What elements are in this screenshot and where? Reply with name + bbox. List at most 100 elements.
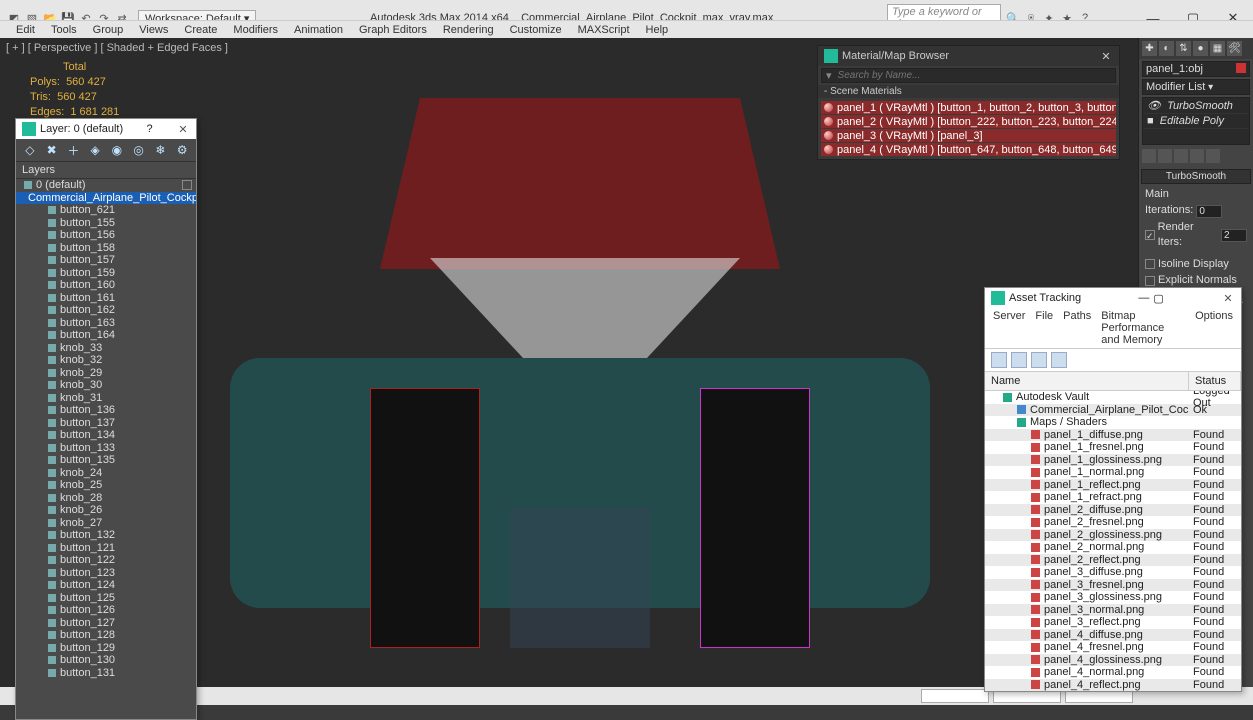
- layer-row[interactable]: button_157: [16, 254, 196, 267]
- material-browser-dialog[interactable]: Material/Map Browser ✕ ▾ - Scene Materia…: [817, 45, 1120, 160]
- asset-dialog-min[interactable]: —: [1138, 292, 1149, 304]
- command-panel-tabs[interactable]: ✚ ◐ ⇅ ● ▦ 🛠: [1139, 38, 1253, 59]
- asset-row[interactable]: Maps / Shaders: [985, 416, 1241, 429]
- asset-row[interactable]: panel_1_reflect.pngFound: [985, 479, 1241, 492]
- menu-edit[interactable]: Edit: [8, 22, 43, 38]
- hierarchy-tab-icon[interactable]: ⇅: [1176, 41, 1191, 56]
- asset-row[interactable]: panel_2_normal.pngFound: [985, 541, 1241, 554]
- menu-maxscript[interactable]: MAXScript: [570, 22, 638, 38]
- asset-menu-options[interactable]: Options: [1195, 310, 1233, 346]
- viewport-label[interactable]: [ + ] [ Perspective ] [ Shaded + Edged F…: [6, 42, 228, 54]
- asset-list-icon[interactable]: [1011, 352, 1027, 368]
- menu-rendering[interactable]: Rendering: [435, 22, 502, 38]
- layer-row[interactable]: 0 (default): [16, 179, 196, 192]
- material-row[interactable]: panel_3 ( VRayMtl ) [panel_3]: [821, 129, 1116, 142]
- asset-row[interactable]: panel_4_fresnel.pngFound: [985, 641, 1241, 654]
- layer-row[interactable]: button_130: [16, 654, 196, 667]
- object-color-swatch[interactable]: [1236, 63, 1246, 73]
- layer-row[interactable]: button_121: [16, 542, 196, 555]
- layer-row[interactable]: knob_29: [16, 367, 196, 380]
- layer-row[interactable]: button_135: [16, 454, 196, 467]
- layer-row[interactable]: button_122: [16, 554, 196, 567]
- layer-row[interactable]: button_129: [16, 642, 196, 655]
- menu-create[interactable]: Create: [176, 22, 225, 38]
- asset-table-body[interactable]: Autodesk VaultLogged OutCommercial_Airpl…: [985, 391, 1241, 691]
- layer-dialog-title[interactable]: Layer: 0 (default) ? ✕: [16, 119, 196, 139]
- iterations-spinner[interactable]: [1196, 205, 1222, 218]
- asset-row[interactable]: panel_2_glossiness.pngFound: [985, 529, 1241, 542]
- asset-menu-file[interactable]: File: [1035, 310, 1053, 346]
- asset-row[interactable]: panel_1_refract.pngFound: [985, 491, 1241, 504]
- material-row[interactable]: panel_2 ( VRayMtl ) [button_222, button_…: [821, 115, 1116, 128]
- asset-row[interactable]: panel_4_reflect.pngFound: [985, 679, 1241, 692]
- configure-sets-icon[interactable]: [1206, 149, 1220, 163]
- turbosmooth-rollout-header[interactable]: TurboSmooth: [1141, 169, 1251, 184]
- layer-row[interactable]: button_124: [16, 579, 196, 592]
- layer-row[interactable]: button_155: [16, 217, 196, 230]
- layer-row[interactable]: knob_26: [16, 504, 196, 517]
- modify-tab-icon[interactable]: ◐: [1159, 41, 1174, 56]
- layer-row[interactable]: button_162: [16, 304, 196, 317]
- layer-dialog-help[interactable]: ?: [147, 123, 153, 135]
- asset-row[interactable]: panel_2_fresnel.pngFound: [985, 516, 1241, 529]
- asset-dialog-title[interactable]: Asset Tracking — ▢ ✕: [985, 288, 1241, 308]
- asset-menu-bitmap-performance-and-memory[interactable]: Bitmap Performance and Memory: [1101, 310, 1185, 346]
- new-layer-icon[interactable]: ◇: [22, 142, 38, 158]
- layer-row[interactable]: knob_25: [16, 479, 196, 492]
- menu-group[interactable]: Group: [85, 22, 132, 38]
- menu-tools[interactable]: Tools: [43, 22, 85, 38]
- show-end-result-icon[interactable]: [1158, 149, 1172, 163]
- layer-row[interactable]: button_127: [16, 617, 196, 630]
- menu-views[interactable]: Views: [131, 22, 176, 38]
- isoline-checkbox[interactable]: [1145, 259, 1155, 269]
- asset-col-name[interactable]: Name: [985, 372, 1189, 390]
- layer-manager-dialog[interactable]: Layer: 0 (default) ? ✕ ◇ ✖ ＋ ◈ ◉ ◎ ❄ ⚙ L…: [15, 118, 197, 720]
- asset-row[interactable]: panel_3_reflect.pngFound: [985, 616, 1241, 629]
- utilities-tab-icon[interactable]: 🛠: [1227, 41, 1242, 56]
- material-browser-title[interactable]: Material/Map Browser ✕: [818, 46, 1119, 66]
- asset-col-status[interactable]: Status: [1189, 372, 1241, 390]
- material-browser-close-icon[interactable]: ✕: [1099, 50, 1113, 63]
- asset-dialog-max[interactable]: ▢: [1153, 292, 1163, 305]
- create-tab-icon[interactable]: ✚: [1142, 41, 1157, 56]
- layer-row[interactable]: knob_27: [16, 517, 196, 530]
- layer-row[interactable]: knob_30: [16, 379, 196, 392]
- menu-animation[interactable]: Animation: [286, 22, 351, 38]
- asset-row[interactable]: panel_3_fresnel.pngFound: [985, 579, 1241, 592]
- x-coord-input[interactable]: [921, 689, 989, 703]
- pin-stack-icon[interactable]: [1142, 149, 1156, 163]
- layer-row[interactable]: button_125: [16, 592, 196, 605]
- asset-row[interactable]: panel_3_glossiness.pngFound: [985, 591, 1241, 604]
- menu-modifiers[interactable]: Modifiers: [225, 22, 286, 38]
- asset-row[interactable]: panel_4_glossiness.pngFound: [985, 654, 1241, 667]
- asset-row[interactable]: Autodesk VaultLogged Out: [985, 391, 1241, 404]
- render-iters-spinner[interactable]: [1221, 229, 1247, 242]
- explicit-normals-checkbox[interactable]: [1145, 276, 1155, 286]
- asset-row[interactable]: panel_4_normal.pngFound: [985, 666, 1241, 679]
- asset-dialog-close-icon[interactable]: ✕: [1221, 292, 1235, 305]
- modifier-stack[interactable]: 👁 TurboSmooth ■ Editable Poly: [1142, 97, 1250, 145]
- layer-row[interactable]: knob_31: [16, 392, 196, 405]
- layer-row[interactable]: button_133: [16, 442, 196, 455]
- material-search-input[interactable]: [836, 69, 1115, 82]
- layer-row[interactable]: button_621: [16, 204, 196, 217]
- layer-row[interactable]: Commercial_Airplane_Pilot_Cockpit: [16, 192, 196, 205]
- make-unique-icon[interactable]: [1174, 149, 1188, 163]
- layer-row[interactable]: button_132: [16, 529, 196, 542]
- remove-modifier-icon[interactable]: [1190, 149, 1204, 163]
- layer-row[interactable]: button_158: [16, 242, 196, 255]
- asset-row[interactable]: panel_1_fresnel.pngFound: [985, 441, 1241, 454]
- asset-table-header[interactable]: Name Status: [985, 372, 1241, 391]
- object-name-field[interactable]: panel_1:obj: [1142, 61, 1250, 77]
- asset-menu-paths[interactable]: Paths: [1063, 310, 1091, 346]
- layer-row[interactable]: button_163: [16, 317, 196, 330]
- asset-tree-icon[interactable]: [1031, 352, 1047, 368]
- layer-row[interactable]: knob_28: [16, 492, 196, 505]
- asset-row[interactable]: Commercial_Airplane_Pilot_Cockpit_max_vr…: [985, 404, 1241, 417]
- modifier-list-dropdown[interactable]: Modifier List ▾: [1142, 79, 1250, 95]
- material-row[interactable]: panel_1 ( VRayMtl ) [button_1, button_2,…: [821, 101, 1116, 114]
- layer-row[interactable]: button_128: [16, 629, 196, 642]
- display-tab-icon[interactable]: ▦: [1210, 41, 1225, 56]
- freeze-layer-icon[interactable]: ❄: [153, 142, 169, 158]
- layer-row[interactable]: button_134: [16, 429, 196, 442]
